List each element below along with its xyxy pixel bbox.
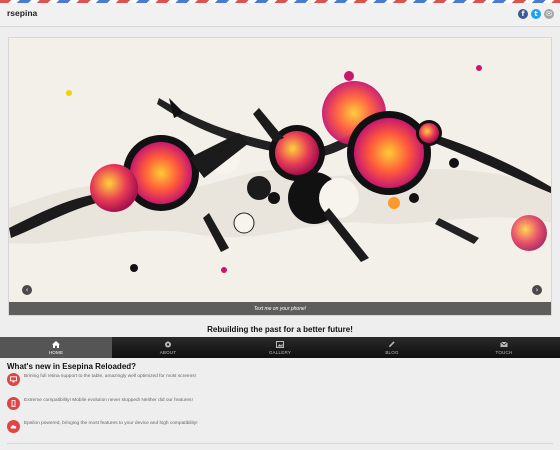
hero-slider[interactable]: ‹ › Text me on your phone!	[8, 37, 552, 316]
main-navigation: HOME ABOUT GALLERY BLOG TOUCH	[0, 337, 560, 358]
site-header: rsepina f t ✉	[0, 3, 560, 27]
feature-text: Brining full retina support to the table…	[24, 374, 196, 379]
nav-item-about[interactable]: ABOUT	[112, 337, 224, 358]
twitter-icon[interactable]: t	[531, 9, 541, 19]
section-divider	[7, 443, 553, 444]
nav-label-blog: BLOG	[385, 349, 399, 355]
feature-item: Extreme compatibility! Mobile evolution …	[7, 397, 547, 411]
feature-item: Epsilon powered, bringing the most featu…	[7, 420, 547, 434]
nav-item-touch[interactable]: TOUCH	[448, 337, 560, 358]
chevron-left-icon[interactable]: ‹	[22, 285, 32, 295]
feature-text: Extreme compatibility! Mobile evolution …	[24, 398, 193, 403]
site-brand[interactable]: rsepina	[7, 8, 37, 18]
hero-artwork-image	[9, 38, 551, 315]
site-tagline: Rebuilding the past for a better future!	[207, 325, 353, 334]
nav-label-home: HOME	[48, 349, 64, 355]
cloud-icon	[7, 420, 20, 433]
nav-item-gallery[interactable]: GALLERY	[224, 337, 336, 358]
home-icon	[52, 340, 60, 348]
feature-text: Epsilon powered, bringing the most featu…	[24, 421, 198, 426]
chevron-right-icon[interactable]: ›	[532, 285, 542, 295]
feature-item: Brining full retina support to the table…	[7, 373, 547, 387]
facebook-icon[interactable]: f	[518, 9, 528, 19]
monitor-icon	[7, 373, 20, 386]
gear-icon	[165, 341, 171, 347]
email-icon[interactable]: ✉	[544, 9, 554, 19]
nav-item-home[interactable]: HOME	[0, 337, 112, 358]
slider-caption: Text me on your phone!	[9, 302, 551, 315]
nav-label-touch: TOUCH	[495, 349, 513, 355]
mail-icon	[500, 341, 508, 347]
image-icon	[276, 340, 284, 348]
features-title: What's new in Esepina Reloaded?	[7, 362, 137, 371]
pencil-icon	[389, 340, 395, 347]
nav-item-blog[interactable]: BLOG	[336, 337, 448, 358]
nav-label-gallery: GALLERY	[268, 349, 292, 355]
social-links: f t ✉	[518, 9, 554, 19]
mobile-icon	[7, 397, 20, 410]
nav-label-about: ABOUT	[159, 349, 177, 355]
